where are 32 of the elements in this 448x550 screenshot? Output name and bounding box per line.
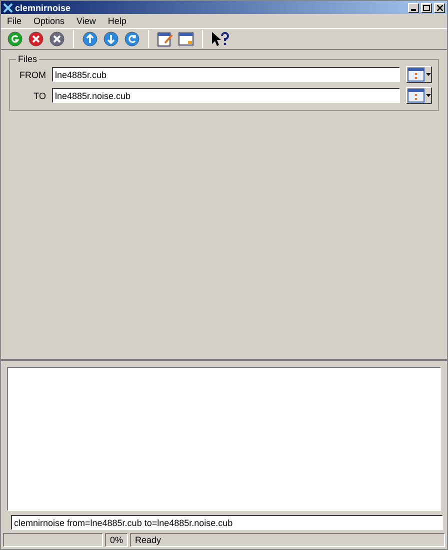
- caret-icon: [426, 72, 431, 76]
- field-label: FROM: [18, 70, 46, 80]
- menu-item[interactable]: Options: [34, 16, 65, 26]
- minimize-button[interactable]: [408, 2, 419, 12]
- go-icon[interactable]: [7, 31, 23, 47]
- whats-this-icon[interactable]: [211, 31, 229, 47]
- menu-item[interactable]: File: [7, 16, 22, 26]
- file-field[interactable]: lne4885r.cub: [52, 67, 400, 82]
- file-field[interactable]: lne4885r.noise.cub: [52, 88, 400, 103]
- maximize-button[interactable]: [421, 2, 432, 12]
- window-icon: [407, 88, 425, 103]
- group-title: Files: [17, 54, 38, 64]
- progress-reading: 0%: [105, 533, 128, 547]
- close-icon: [436, 4, 442, 10]
- file-picker-button[interactable]: [406, 66, 432, 83]
- status-message: Ready: [130, 533, 445, 547]
- window-icon[interactable]: [178, 31, 194, 47]
- caret-icon: [426, 94, 431, 98]
- window-icon: [407, 67, 425, 82]
- window-title: clemnirnoise: [15, 2, 72, 12]
- menu-item[interactable]: Help: [108, 16, 126, 26]
- field-label: TO: [32, 90, 46, 100]
- x-logo-icon: [3, 2, 13, 12]
- maximize-icon: [423, 4, 430, 10]
- close-button[interactable]: [434, 2, 445, 12]
- edit-icon[interactable]: [157, 31, 173, 47]
- file-picker-button[interactable]: [406, 87, 432, 104]
- stop-icon[interactable]: [28, 31, 44, 47]
- reset-icon[interactable]: [124, 31, 140, 47]
- close-icon[interactable]: [49, 31, 65, 47]
- menu-item[interactable]: View: [76, 16, 96, 26]
- command-line-field[interactable]: clemnirnoise from=lne4885r.cub to=lne4885r.noise.cub: [11, 515, 443, 530]
